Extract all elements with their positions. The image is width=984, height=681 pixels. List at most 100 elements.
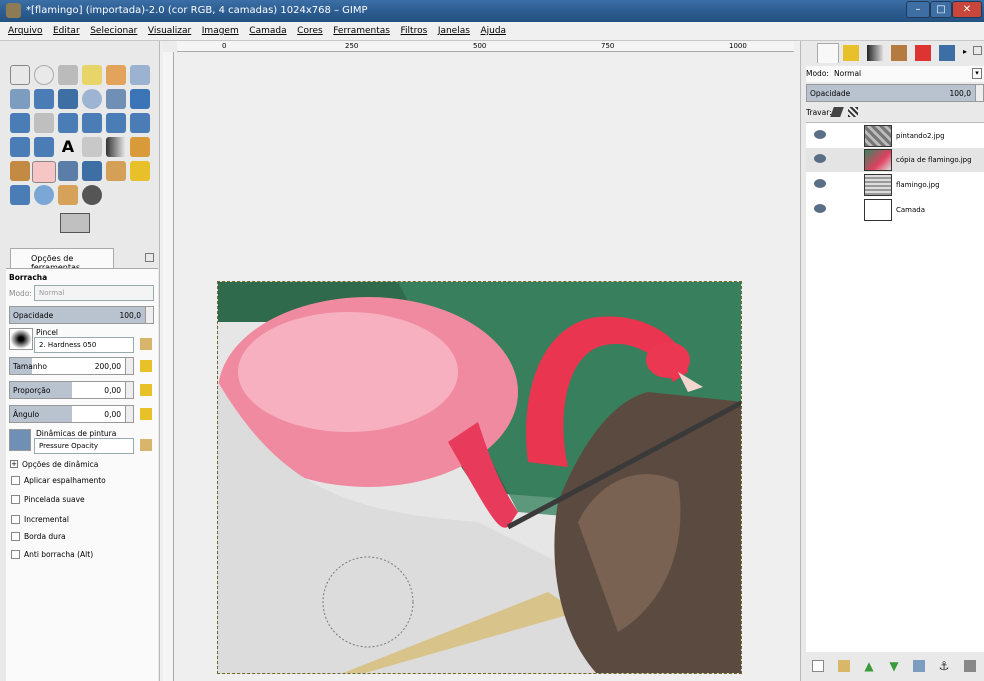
size-spinner[interactable] bbox=[125, 358, 133, 374]
checkbox-pincelada-suave[interactable] bbox=[11, 495, 20, 504]
panel-menu-icon[interactable] bbox=[145, 253, 154, 262]
shear-icon[interactable] bbox=[106, 113, 126, 133]
fuzzy-select-icon[interactable] bbox=[82, 65, 102, 85]
tab-brushes-icon[interactable] bbox=[891, 45, 907, 61]
zoom-icon[interactable] bbox=[82, 89, 102, 109]
checkbox-incremental[interactable] bbox=[11, 515, 20, 524]
heal-icon[interactable] bbox=[130, 161, 150, 181]
mode-select[interactable]: Normal bbox=[34, 285, 154, 301]
new-layer-group-icon[interactable] bbox=[838, 660, 850, 672]
checkbox-aplicar-espalhamento[interactable] bbox=[11, 476, 20, 485]
ellipse-select-icon[interactable] bbox=[34, 65, 54, 85]
eraser-icon[interactable] bbox=[32, 161, 56, 183]
flamingo-image[interactable] bbox=[217, 281, 742, 674]
scissors-icon[interactable] bbox=[130, 65, 150, 85]
layers-mode-dropdown[interactable]: ▾ bbox=[972, 68, 982, 79]
rotate-icon[interactable] bbox=[58, 113, 78, 133]
perspective-clone-icon[interactable] bbox=[10, 185, 30, 205]
free-select-icon[interactable] bbox=[58, 65, 78, 85]
color-select-icon[interactable] bbox=[106, 65, 126, 85]
menu-visualizar[interactable]: Visualizar bbox=[148, 22, 191, 36]
new-layer-icon[interactable] bbox=[812, 660, 824, 672]
color-picker-icon[interactable] bbox=[58, 89, 78, 109]
opacity-slider[interactable]: Opacidade 100,0 bbox=[9, 306, 154, 324]
angle-slider[interactable]: Ângulo 0,00 bbox=[9, 405, 134, 423]
tab-paths-icon[interactable] bbox=[867, 45, 883, 61]
vertical-ruler[interactable] bbox=[163, 52, 174, 681]
paintbrush-icon[interactable] bbox=[10, 161, 30, 181]
menu-arquivo[interactable]: Arquivo bbox=[8, 22, 42, 36]
menu-camada[interactable]: Camada bbox=[249, 22, 286, 36]
menu-filtros[interactable]: Filtros bbox=[401, 22, 428, 36]
ratio-spinner[interactable] bbox=[125, 382, 133, 398]
scale-icon[interactable] bbox=[82, 113, 102, 133]
smudge-icon[interactable] bbox=[58, 185, 78, 205]
raise-layer-icon[interactable]: ▲ bbox=[863, 660, 875, 672]
layers-opacity-slider[interactable]: Opacidade 100,0 bbox=[806, 84, 984, 102]
close-button[interactable]: ✕ bbox=[952, 1, 982, 18]
tab-tool-options[interactable]: Opções de ferramentas bbox=[10, 248, 114, 272]
duplicate-layer-icon[interactable] bbox=[913, 660, 925, 672]
delete-layer-icon[interactable] bbox=[964, 660, 976, 672]
text-icon[interactable]: A bbox=[58, 137, 78, 157]
menu-ferramentas[interactable]: Ferramentas bbox=[333, 22, 390, 36]
dynamics-options-label[interactable]: Opções de dinâmica bbox=[22, 460, 98, 469]
layer-row-copia-flamingo[interactable]: cópia de flamingo.jpg bbox=[806, 148, 984, 172]
menu-janelas[interactable]: Janelas bbox=[438, 22, 470, 36]
layer-row-pintando2[interactable]: pintando2.jpg bbox=[806, 124, 984, 148]
layer-row-camada[interactable]: Camada bbox=[806, 198, 984, 222]
crop-icon[interactable] bbox=[34, 113, 54, 133]
tab-patterns-icon[interactable] bbox=[915, 45, 931, 61]
foreground-color-swatch[interactable] bbox=[60, 213, 90, 233]
ratio-reset-icon[interactable] bbox=[140, 384, 152, 396]
dynamics-edit-icon[interactable] bbox=[140, 439, 152, 451]
blur-icon[interactable] bbox=[34, 185, 54, 205]
menu-editar[interactable]: Editar bbox=[53, 22, 80, 36]
checkbox-anti-borracha[interactable] bbox=[11, 550, 20, 559]
brush-edit-icon[interactable] bbox=[140, 338, 152, 350]
pencil-icon[interactable] bbox=[130, 137, 150, 157]
eye-icon[interactable] bbox=[814, 130, 826, 139]
angle-spinner[interactable] bbox=[125, 406, 133, 422]
dock-menu-icon[interactable] bbox=[973, 46, 982, 55]
move-icon[interactable] bbox=[130, 89, 150, 109]
ink-icon[interactable] bbox=[82, 161, 102, 181]
paths-icon[interactable] bbox=[34, 89, 54, 109]
size-reset-icon[interactable] bbox=[140, 360, 152, 372]
menu-selecionar[interactable]: Selecionar bbox=[90, 22, 137, 36]
tab-channels-icon[interactable] bbox=[843, 45, 859, 61]
tab-scroll-right-icon[interactable]: ▸ bbox=[963, 47, 967, 56]
menu-imagem[interactable]: Imagem bbox=[202, 22, 239, 36]
horizontal-ruler[interactable]: 0 250 500 750 1000 bbox=[177, 41, 794, 52]
bucket-fill-icon[interactable] bbox=[82, 137, 102, 157]
eye-icon[interactable] bbox=[814, 179, 826, 188]
tab-document-icon[interactable] bbox=[939, 45, 955, 61]
measure-icon[interactable] bbox=[106, 89, 126, 109]
flip-icon[interactable] bbox=[10, 137, 30, 157]
brush-preview[interactable] bbox=[9, 328, 33, 350]
foreground-select-icon[interactable] bbox=[10, 89, 30, 109]
layers-opacity-spinner[interactable] bbox=[975, 85, 983, 101]
dynamics-field[interactable]: Pressure Opacity bbox=[34, 438, 134, 454]
menu-cores[interactable]: Cores bbox=[297, 22, 323, 36]
eye-icon[interactable] bbox=[814, 204, 826, 213]
cage-icon[interactable] bbox=[34, 137, 54, 157]
ruler-corner[interactable] bbox=[163, 41, 177, 52]
eye-icon[interactable] bbox=[814, 154, 826, 163]
clone-icon[interactable] bbox=[106, 161, 126, 181]
align-icon[interactable] bbox=[10, 113, 30, 133]
brush-field[interactable]: 2. Hardness 050 bbox=[34, 337, 134, 353]
ratio-slider[interactable]: Proporção 0,00 bbox=[9, 381, 134, 399]
menu-ajuda[interactable]: Ajuda bbox=[480, 22, 506, 36]
dodge-burn-icon[interactable] bbox=[82, 185, 102, 205]
maximize-button[interactable]: □ bbox=[930, 1, 952, 18]
layer-row-flamingo[interactable]: flamingo.jpg bbox=[806, 173, 984, 197]
expand-icon[interactable]: + bbox=[10, 460, 18, 468]
checkbox-borda-dura[interactable] bbox=[11, 532, 20, 541]
lower-layer-icon[interactable]: ▼ bbox=[888, 660, 900, 672]
anchor-layer-icon[interactable]: ⚓ bbox=[938, 660, 950, 672]
rect-select-icon[interactable] bbox=[10, 65, 30, 85]
lock-alpha-icon[interactable] bbox=[848, 107, 858, 117]
angle-reset-icon[interactable] bbox=[140, 408, 152, 420]
tab-layers[interactable] bbox=[817, 43, 839, 63]
